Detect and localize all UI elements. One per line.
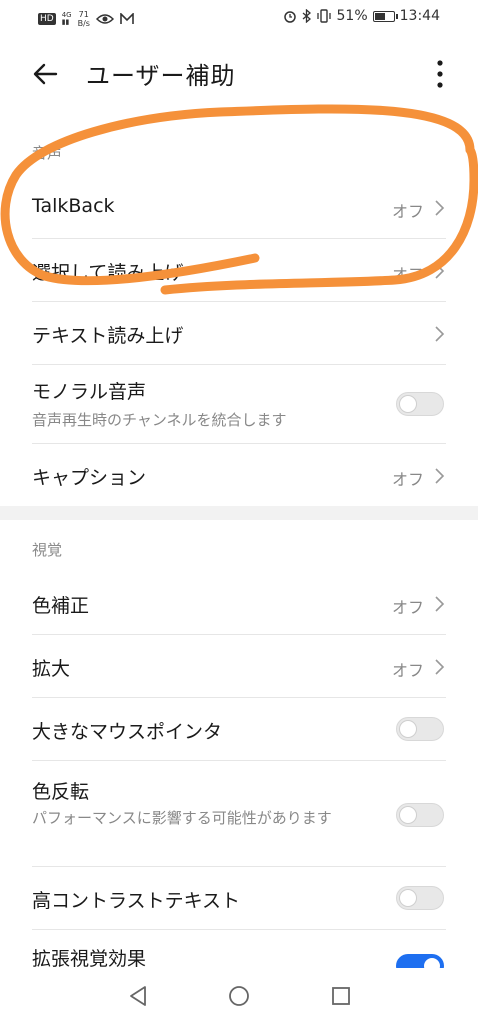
chevron-right-icon	[435, 468, 445, 484]
large-pointer-label: 大きなマウスポインタ	[32, 721, 223, 743]
chevron-right-icon	[435, 659, 445, 675]
large-pointer-row[interactable]: 大きなマウスポインタ	[32, 698, 446, 760]
speed-unit: B/s	[77, 19, 90, 28]
extended-visual-label: 拡張視覚効果	[32, 948, 147, 970]
color-correction-label: 色補正	[32, 595, 90, 617]
network-speed: 71 B/s	[78, 10, 90, 28]
high-contrast-row[interactable]: 高コントラストテキスト	[32, 867, 446, 929]
magnification-row[interactable]: 拡大 オフ	[32, 635, 446, 697]
chevron-right-icon	[435, 596, 445, 612]
nav-back-icon[interactable]	[126, 984, 150, 1008]
alarm-icon	[283, 11, 296, 23]
magnification-label: 拡大	[32, 658, 71, 680]
color-inversion-row[interactable]: 色反転 パフォーマンスに影響する可能性があります	[32, 761, 446, 866]
section-label-audio: 音声	[32, 144, 63, 162]
captions-value: オフ	[391, 470, 424, 489]
back-arrow-icon[interactable]	[30, 58, 62, 90]
high-contrast-label: 高コントラストテキスト	[32, 890, 241, 912]
toggle-knob	[399, 806, 417, 824]
select-to-speak-label: 選択して読み上げ	[32, 262, 184, 284]
status-bar: HD 4G ▮▮ 71 B/s 51% 13:44	[0, 0, 478, 36]
page-title: ユーザー補助	[86, 62, 236, 90]
app-bar: ユーザー補助	[0, 40, 478, 108]
system-nav-bar	[0, 968, 478, 1024]
network-indicator: 4G ▮▮	[61, 11, 72, 26]
high-contrast-toggle[interactable]	[396, 886, 444, 910]
magnification-value: オフ	[391, 661, 424, 680]
captions-row[interactable]: キャプション オフ	[32, 444, 446, 506]
talkback-label: TalkBack	[32, 195, 115, 217]
bluetooth-icon	[302, 9, 311, 23]
mono-audio-row[interactable]: モノラル音声 音声再生時のチャンネルを統合します	[32, 365, 446, 443]
hd-badge: HD	[38, 13, 56, 25]
color-inversion-description: パフォーマンスに影響する可能性があります	[32, 809, 332, 827]
section-label-vision: 視覚	[32, 541, 63, 559]
color-correction-row[interactable]: 色補正 オフ	[32, 572, 446, 634]
talkback-value: オフ	[391, 202, 424, 221]
tts-label: テキスト読み上げ	[32, 325, 184, 347]
status-right: 51% 13:44	[283, 8, 440, 24]
network-label: 4G	[61, 11, 72, 19]
captions-label: キャプション	[32, 467, 147, 489]
status-left: HD 4G ▮▮ 71 B/s	[38, 10, 134, 28]
color-correction-value: オフ	[391, 598, 424, 617]
mail-icon	[120, 13, 134, 24]
eye-icon	[95, 14, 114, 24]
speed-value: 71	[78, 10, 89, 19]
color-inversion-label: 色反転	[32, 781, 90, 803]
more-options-icon[interactable]	[434, 58, 446, 90]
chevron-right-icon	[435, 200, 445, 216]
battery-percent: 51%	[336, 8, 368, 24]
select-to-speak-value: オフ	[391, 265, 424, 284]
toggle-knob	[399, 720, 417, 738]
battery-icon	[372, 10, 398, 22]
toggle-knob	[399, 395, 417, 413]
talkback-row[interactable]: TalkBack オフ	[32, 176, 446, 238]
mono-audio-description: 音声再生時のチャンネルを統合します	[32, 411, 287, 429]
mono-audio-toggle[interactable]	[396, 392, 444, 416]
nav-recents-icon[interactable]	[329, 984, 353, 1008]
color-inversion-toggle[interactable]	[396, 803, 444, 827]
clock: 13:44	[399, 8, 440, 24]
nav-home-icon[interactable]	[227, 984, 251, 1008]
select-to-speak-row[interactable]: 選択して読み上げ オフ	[32, 239, 446, 301]
mono-audio-label: モノラル音声	[32, 381, 147, 403]
chevron-right-icon	[435, 263, 445, 279]
large-pointer-toggle[interactable]	[396, 717, 444, 741]
section-separator	[0, 506, 478, 520]
tts-row[interactable]: テキスト読み上げ	[32, 302, 446, 364]
vibrate-icon	[316, 9, 331, 23]
extended-visual-row[interactable]: 拡張視覚効果	[32, 930, 446, 978]
chevron-right-icon	[435, 326, 445, 342]
toggle-knob	[399, 889, 417, 907]
